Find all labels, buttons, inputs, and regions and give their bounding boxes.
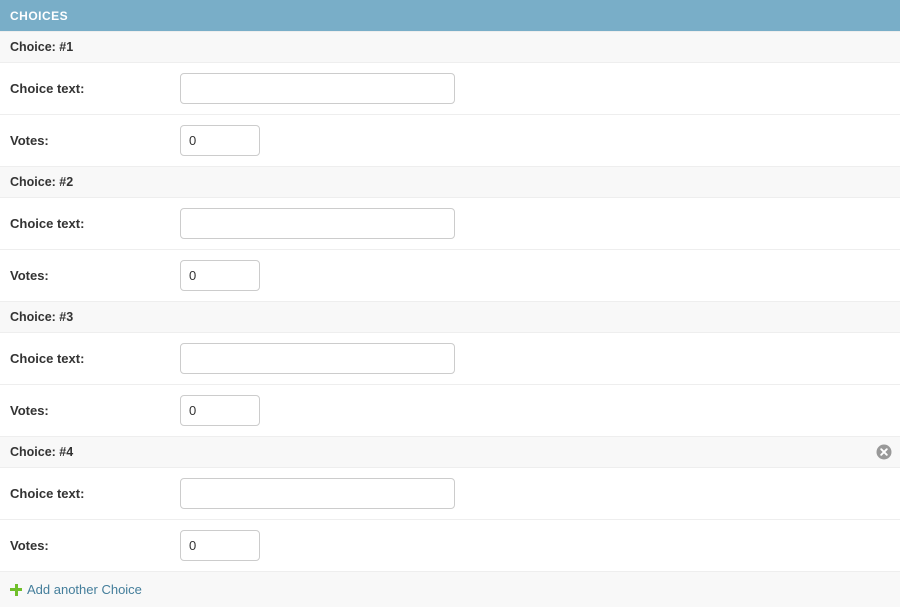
- inline-heading-choice-2: Choice: #2: [0, 166, 900, 198]
- input-votes-1[interactable]: [180, 125, 260, 156]
- inline-heading-choice-1: Choice: #1: [0, 31, 900, 63]
- form-row-choice-text-4: Choice text:: [0, 468, 900, 520]
- inline-form-choice-4: Choice: #4 Choice text: Votes:: [0, 436, 900, 571]
- form-row-votes-3: Votes:: [0, 385, 900, 436]
- inline-heading-choice-3: Choice: #3: [0, 301, 900, 333]
- input-votes-4[interactable]: [180, 530, 260, 561]
- inline-module-header: CHOICES: [0, 0, 900, 31]
- add-another-choice-link[interactable]: Add another Choice: [10, 582, 142, 597]
- label-choice-text-2: Choice text:: [10, 216, 85, 231]
- inline-heading-label: Choice: #2: [10, 175, 74, 189]
- form-row-votes-1: Votes:: [0, 115, 900, 166]
- label-votes-1: Votes:: [10, 133, 49, 148]
- inline-heading-label: Choice: #3: [10, 310, 74, 324]
- choices-inline-group: CHOICES Choice: #1 Choice text: Votes: C…: [0, 0, 900, 607]
- inline-form-choice-1: Choice: #1 Choice text: Votes:: [0, 31, 900, 166]
- form-row-votes-4: Votes:: [0, 520, 900, 571]
- plus-icon: [10, 583, 22, 596]
- form-row-choice-text-1: Choice text:: [0, 63, 900, 115]
- input-choice-text-3[interactable]: [180, 343, 455, 374]
- inline-heading-label: Choice: #1: [10, 40, 74, 54]
- label-votes-2: Votes:: [10, 268, 49, 283]
- input-choice-text-4[interactable]: [180, 478, 455, 509]
- input-votes-2[interactable]: [180, 260, 260, 291]
- remove-circle-icon[interactable]: [876, 444, 892, 460]
- label-choice-text-1: Choice text:: [10, 81, 85, 96]
- inline-module-title: CHOICES: [10, 8, 69, 23]
- add-another-choice-label: Add another Choice: [27, 582, 142, 597]
- inline-heading-label: Choice: #4: [10, 445, 74, 459]
- label-choice-text-4: Choice text:: [10, 486, 85, 501]
- form-row-votes-2: Votes:: [0, 250, 900, 301]
- label-votes-4: Votes:: [10, 538, 49, 553]
- form-row-choice-text-2: Choice text:: [0, 198, 900, 250]
- input-choice-text-2[interactable]: [180, 208, 455, 239]
- form-row-choice-text-3: Choice text:: [0, 333, 900, 385]
- label-votes-3: Votes:: [10, 403, 49, 418]
- input-choice-text-1[interactable]: [180, 73, 455, 104]
- inline-form-choice-2: Choice: #2 Choice text: Votes:: [0, 166, 900, 301]
- label-choice-text-3: Choice text:: [10, 351, 85, 366]
- inline-form-choice-3: Choice: #3 Choice text: Votes:: [0, 301, 900, 436]
- input-votes-3[interactable]: [180, 395, 260, 426]
- inline-heading-choice-4: Choice: #4: [0, 436, 900, 468]
- add-row: Add another Choice: [0, 571, 900, 607]
